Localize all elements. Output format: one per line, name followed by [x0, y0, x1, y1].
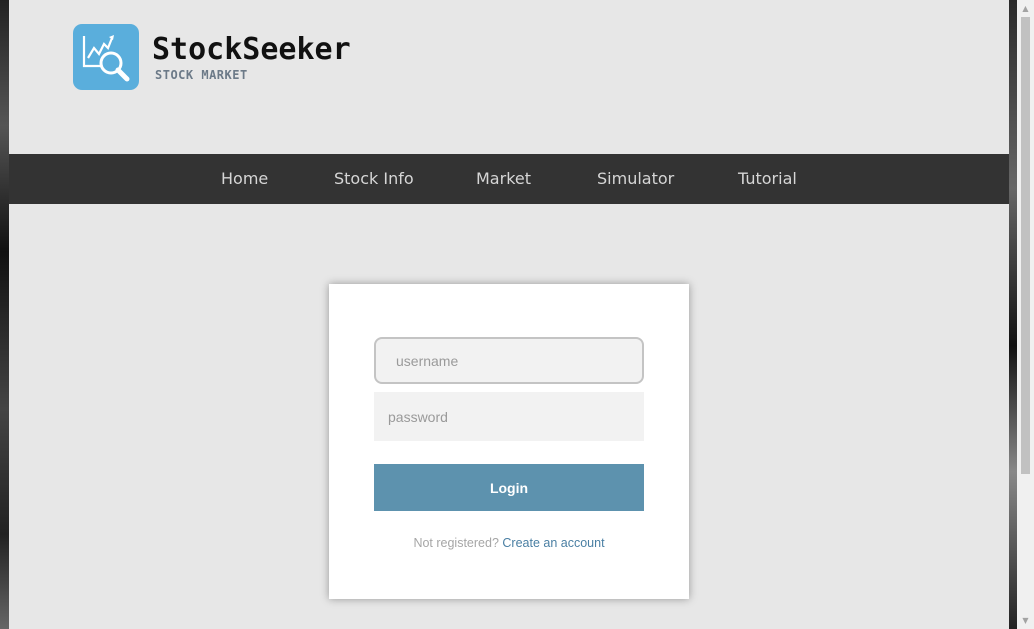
scrollbar-thumb[interactable]	[1021, 17, 1030, 474]
scroll-down-arrow-icon[interactable]: ▼	[1017, 612, 1034, 629]
background-right-edge	[1009, 0, 1017, 629]
login-button[interactable]: Login	[374, 464, 644, 511]
nav-simulator[interactable]: Simulator	[597, 154, 674, 204]
brand-tagline: STOCK MARKET	[155, 68, 248, 82]
nav-home[interactable]: Home	[221, 154, 268, 204]
chart-magnifier-icon	[82, 35, 130, 82]
scroll-up-arrow-icon[interactable]: ▲	[1017, 0, 1034, 17]
register-message: Not registered? Create an account	[329, 536, 689, 550]
site-header: StockSeeker STOCK MARKET	[9, 0, 1009, 154]
nav-tutorial[interactable]: Tutorial	[738, 154, 797, 204]
page: StockSeeker STOCK MARKET Home Stock Info…	[9, 0, 1009, 629]
background-left-edge	[0, 0, 9, 629]
logo[interactable]	[73, 24, 139, 90]
login-card: Login Not registered? Create an account	[329, 284, 689, 599]
nav-market[interactable]: Market	[476, 154, 531, 204]
register-prompt: Not registered?	[413, 536, 499, 550]
main-nav: Home Stock Info Market Simulator Tutoria…	[9, 154, 1009, 204]
vertical-scrollbar[interactable]: ▲ ▼	[1017, 0, 1034, 629]
nav-stock-info[interactable]: Stock Info	[334, 154, 414, 204]
brand-name[interactable]: StockSeeker	[152, 30, 351, 70]
create-account-link[interactable]: Create an account	[502, 536, 604, 550]
password-input[interactable]	[374, 392, 644, 441]
username-input[interactable]	[374, 337, 644, 384]
